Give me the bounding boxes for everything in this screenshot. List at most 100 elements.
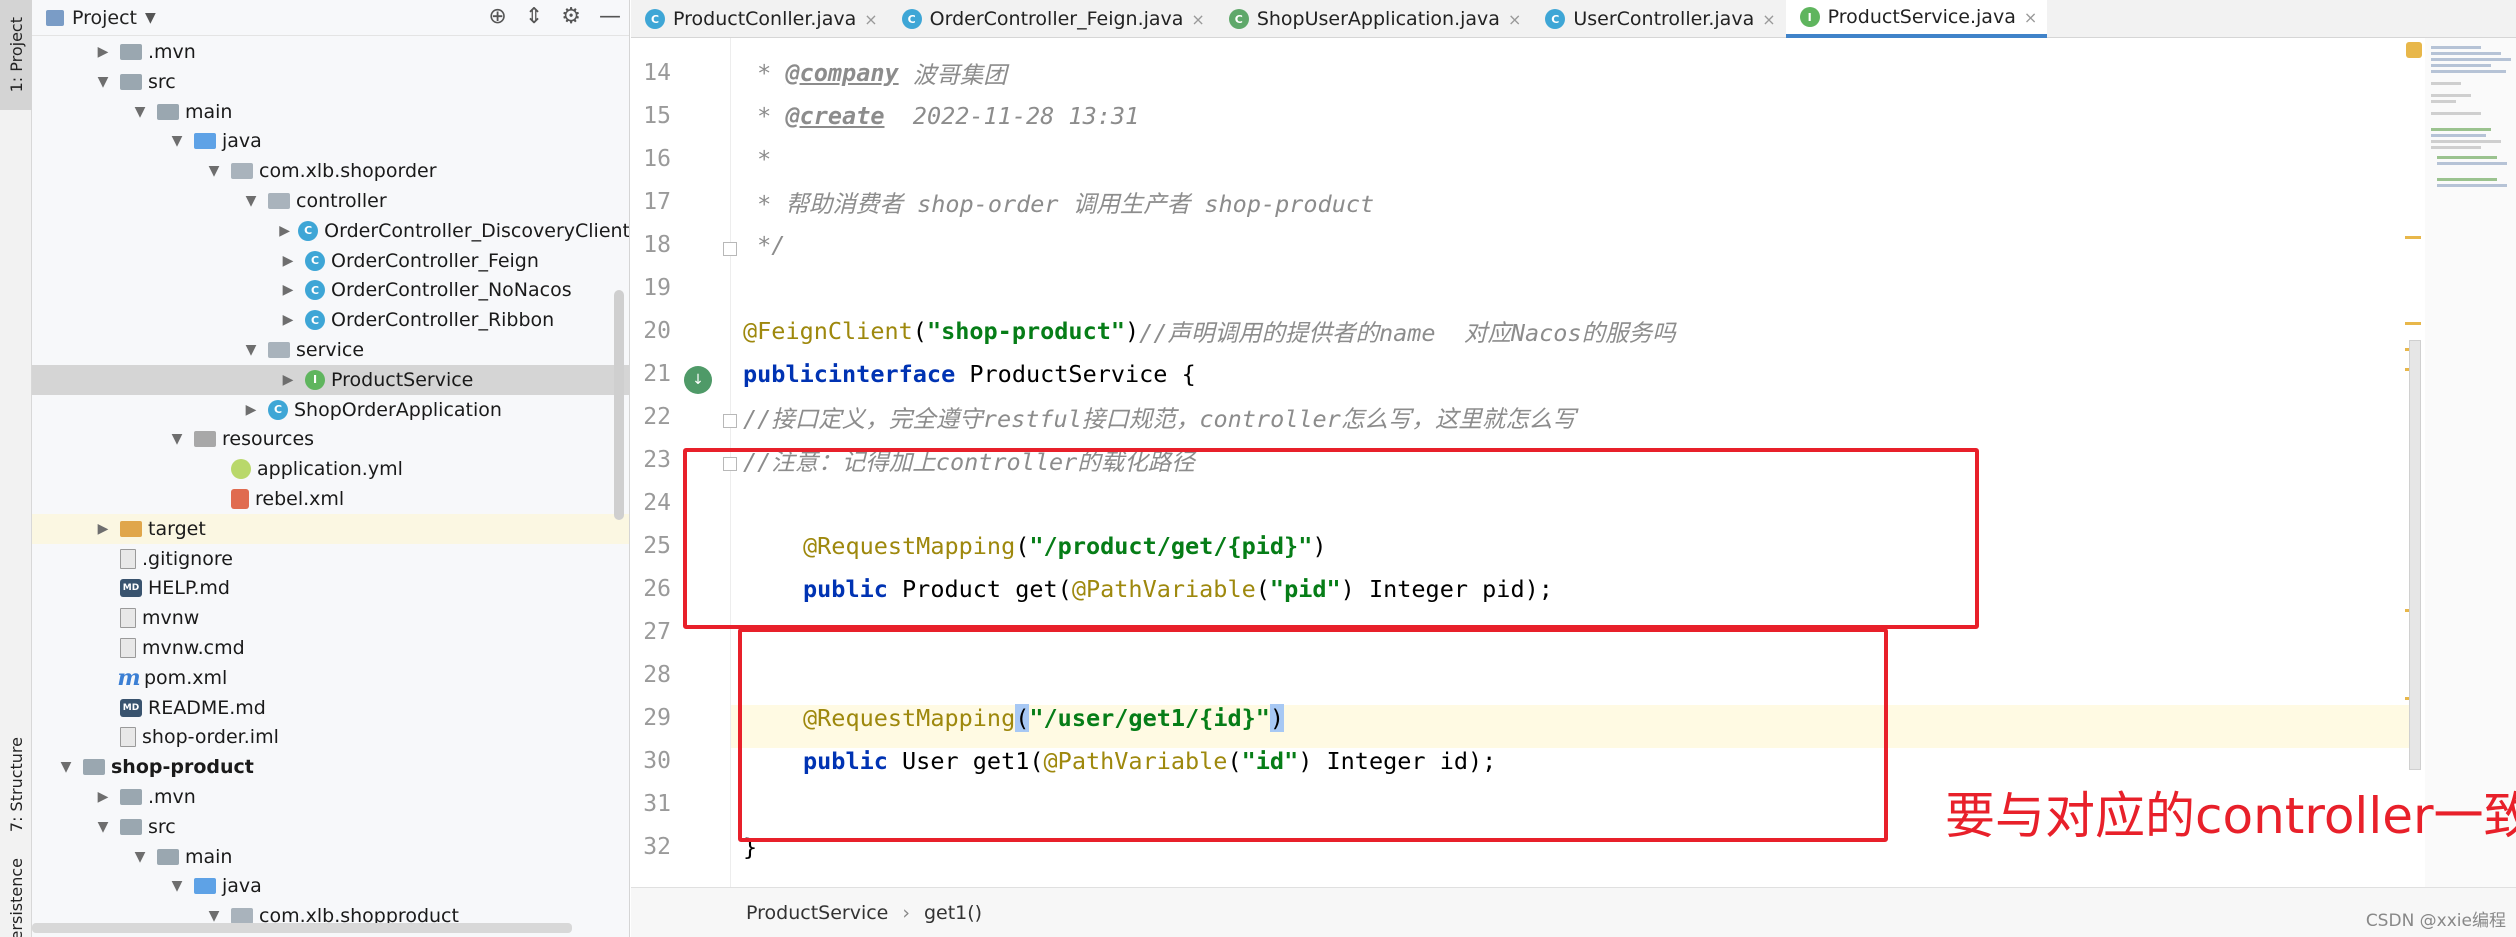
tree-item[interactable]: ▼ java	[32, 126, 629, 156]
code-minimap[interactable]	[2425, 38, 2516, 887]
minimize-icon[interactable]: —	[599, 4, 621, 29]
tree-item[interactable]: ▶ target	[32, 513, 629, 544]
line-number: 28	[643, 662, 671, 688]
implementation-gutter-icon[interactable]: ↓	[684, 366, 712, 394]
chevron-right-icon[interactable]: ▶	[94, 521, 112, 537]
chevron-right-icon[interactable]: ▶	[279, 282, 297, 298]
tree-item[interactable]: ▼ src	[32, 812, 629, 842]
fold-marker[interactable]	[723, 242, 737, 256]
folder-icon	[120, 44, 142, 60]
close-icon[interactable]: ×	[1191, 10, 1204, 29]
chevron-right-icon[interactable]: ▶	[279, 312, 297, 328]
chevron-down-icon[interactable]: ▼	[94, 819, 112, 835]
tree-item[interactable]: ▼ service	[32, 335, 629, 365]
chevron-right-icon[interactable]: ▶	[279, 253, 297, 269]
tree-item[interactable]: ▼ main	[32, 97, 629, 127]
breadcrumb: ProductService › get1() CSDN @xxie编程	[631, 887, 2516, 937]
chevron-right-icon[interactable]: ▶	[279, 223, 290, 239]
breadcrumb-separator-icon: ›	[902, 901, 910, 924]
interface-icon: I	[1799, 7, 1820, 27]
breadcrumb-item-class[interactable]: ProductService	[746, 902, 888, 924]
fold-marker[interactable]	[723, 414, 737, 428]
tree-item-label: OrderController_Ribbon	[331, 309, 555, 332]
chevron-down-icon[interactable]: ▼	[242, 193, 260, 209]
tree-item[interactable]: MD README.md	[32, 693, 629, 723]
error-stripe-marker[interactable]	[2405, 322, 2421, 325]
tree-item[interactable]: ▶ I ProductService	[32, 364, 629, 395]
error-stripe-marker[interactable]	[2405, 236, 2421, 239]
close-icon[interactable]: ×	[1762, 10, 1775, 29]
tree-item-label: ProductService	[331, 368, 474, 391]
chevron-down-icon[interactable]: ▼	[205, 163, 223, 179]
markdown-icon: MD	[120, 579, 142, 598]
editor-tab[interactable]: C OrderController_Feign.java ×	[888, 0, 1215, 38]
chevron-down-icon[interactable]: ▼	[168, 431, 186, 447]
tree-item[interactable]: ▶ C OrderController_Feign	[32, 246, 629, 276]
editor-tab[interactable]: I ProductService.java ×	[1785, 0, 2048, 38]
file-icon	[120, 608, 136, 629]
chevron-right-icon[interactable]: ▶	[279, 372, 297, 388]
persistence-tool-tab[interactable]: Persistence	[0, 858, 32, 937]
tree-scrollbar[interactable]	[614, 290, 624, 520]
tree-horizontal-scrollbar[interactable]	[32, 923, 572, 933]
breadcrumb-item-method[interactable]: get1()	[924, 902, 982, 924]
chevron-down-icon[interactable]: ▼	[145, 10, 156, 26]
tree-item[interactable]: ▶ C OrderController_Ribbon	[32, 305, 629, 335]
tree-item[interactable]: ▼ java	[32, 871, 629, 901]
maven-icon: m	[117, 664, 141, 691]
chevron-down-icon[interactable]: ▼	[205, 908, 223, 924]
tree-item[interactable]: ▶ C OrderController_NoNacos	[32, 275, 629, 305]
tree-item[interactable]: ▶ .mvn	[32, 782, 629, 812]
tree-item[interactable]: ▼ shop-product	[32, 752, 629, 782]
close-icon[interactable]: ×	[1508, 10, 1521, 29]
chevron-right-icon[interactable]: ▶	[94, 44, 112, 60]
editor-vertical-scrollbar[interactable]	[2409, 340, 2421, 770]
tree-item[interactable]: ▼ main	[32, 842, 629, 872]
tree-item[interactable]: mvnw.cmd	[32, 633, 629, 663]
tree-item[interactable]: shop-order.iml	[32, 722, 629, 752]
tree-item-label: OrderController_NoNacos	[331, 279, 572, 302]
tree-item[interactable]: rebel.xml	[32, 484, 629, 514]
tree-item[interactable]: ▼ controller	[32, 186, 629, 216]
editor-tab[interactable]: C UserController.java ×	[1531, 0, 1785, 38]
tree-item[interactable]: m pom.xml	[32, 663, 629, 693]
project-tool-tab[interactable]: 1: Project	[0, 0, 32, 110]
code-line-16: *	[743, 144, 772, 173]
tree-item[interactable]: .gitignore	[32, 544, 629, 574]
tree-item[interactable]: ▼ resources	[32, 424, 629, 454]
editor-tab[interactable]: C ShopUserApplication.java ×	[1215, 0, 1532, 38]
close-icon[interactable]: ×	[864, 10, 877, 29]
chevron-down-icon[interactable]: ▼	[57, 759, 75, 775]
tree-item[interactable]: ▼ src	[32, 67, 629, 97]
structure-tool-tab[interactable]: 7: Structure	[0, 720, 32, 850]
locate-icon[interactable]: ⊕	[488, 4, 506, 29]
chevron-down-icon[interactable]: ▼	[131, 849, 149, 865]
chevron-down-icon[interactable]: ▼	[131, 104, 149, 120]
tree-item[interactable]: ▶ C OrderController_DiscoveryClient	[32, 216, 629, 246]
tree-item-label: shop-product	[111, 756, 254, 779]
tree-item[interactable]: mvnw	[32, 603, 629, 633]
file-icon	[120, 548, 136, 569]
chevron-down-icon[interactable]: ▼	[94, 74, 112, 90]
project-tool-tab-label: 1: Project	[6, 17, 26, 93]
close-icon[interactable]: ×	[2024, 8, 2037, 27]
editor-tab[interactable]: C ProductConller.java ×	[631, 0, 888, 38]
warning-icon[interactable]	[2406, 42, 2422, 58]
chevron-down-icon[interactable]: ▼	[168, 878, 186, 894]
tree-item[interactable]: ▼ com.xlb.shoporder	[32, 156, 629, 186]
chevron-down-icon[interactable]: ▼	[242, 342, 260, 358]
chevron-right-icon[interactable]: ▶	[242, 402, 260, 418]
chevron-down-icon[interactable]: ▼	[168, 133, 186, 149]
project-panel-header: Project ▼ ⊕ ⇕ ⚙ —	[32, 0, 629, 36]
project-panel-title[interactable]: Project	[72, 7, 137, 29]
gear-icon[interactable]: ⚙	[561, 4, 581, 29]
tree-item[interactable]: ▶ .mvn	[32, 37, 629, 67]
spring-class-icon: C	[1228, 9, 1249, 29]
tree-item[interactable]: application.yml	[32, 454, 629, 484]
tree-item[interactable]: MD HELP.md	[32, 573, 629, 603]
tree-item[interactable]: ▶ C ShopOrderApplication	[32, 395, 629, 425]
tree-item-label: mvnw.cmd	[142, 637, 245, 659]
chevron-right-icon[interactable]: ▶	[94, 789, 112, 805]
collapse-all-icon[interactable]: ⇕	[525, 4, 543, 29]
line-number: 15	[643, 103, 671, 129]
